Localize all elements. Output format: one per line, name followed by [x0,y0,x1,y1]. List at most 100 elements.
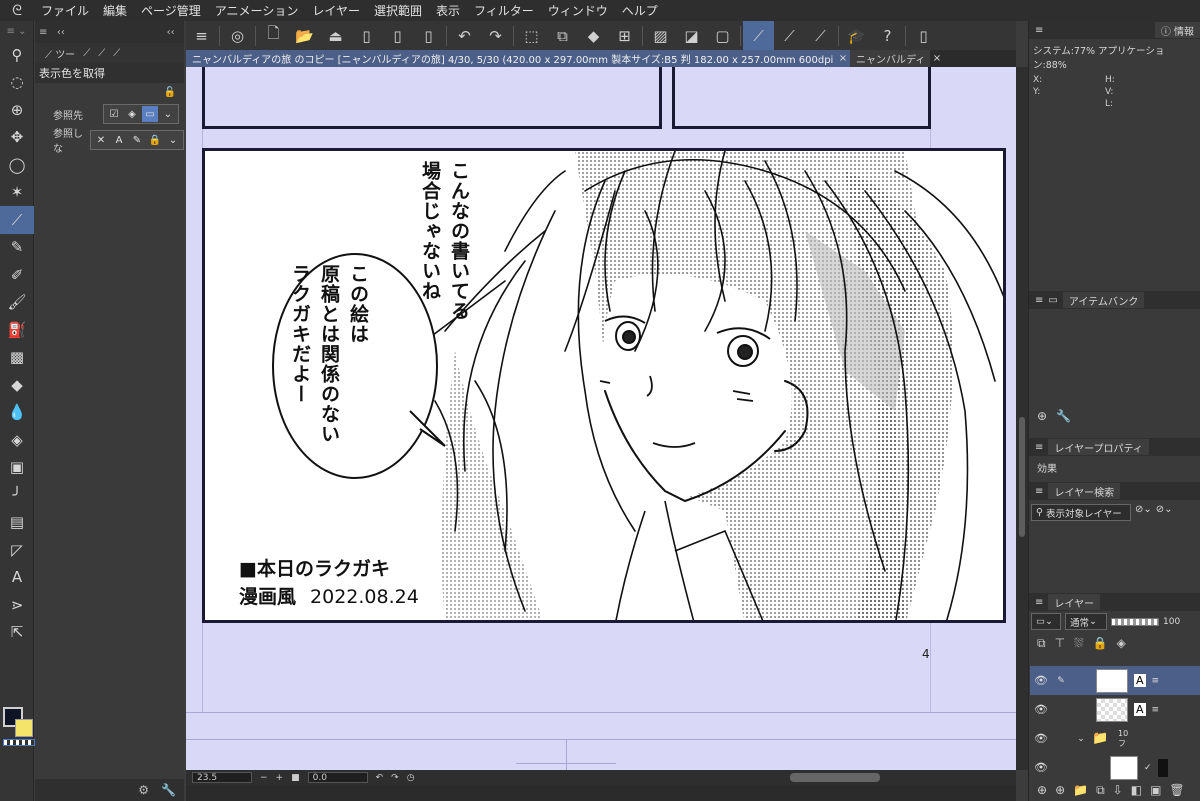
export-jpg-icon[interactable]: ▯ [351,21,382,50]
menu-icon[interactable]: ≡ [186,21,217,50]
correct-line-icon[interactable]: ⇱ [0,619,34,647]
operation-icon[interactable]: ◌ [0,69,34,97]
panel-menu-icon[interactable]: ≡ [1035,597,1043,608]
reference-mode-selector[interactable]: ✕ A ✎ 🔒 ⌄ [90,130,184,150]
exclude-edit-icon[interactable]: ✎ [129,132,145,148]
pen-icon[interactable]: ✎ [0,234,34,262]
expression-color-select[interactable]: ▭⌄ [1031,613,1061,630]
duplicate-layer-icon[interactable]: ⧉ [1096,783,1105,798]
color-swatches[interactable] [2,705,35,746]
fill-selection-icon[interactable]: ◆ [578,21,609,50]
layer-tab[interactable]: レイヤー [1048,594,1101,610]
close-icon[interactable]: × [836,50,850,67]
menu-selection[interactable]: 選択範囲 [367,2,429,19]
clip-icon[interactable]: ⧉ [1037,636,1046,651]
new-folder-icon[interactable]: 📁 [1073,783,1088,797]
settings-icon[interactable]: ⚙ [138,783,149,797]
eyedropper-icon[interactable]: ⟋ [0,206,34,234]
scroll-thumb[interactable] [1019,417,1025,537]
mask-create-icon[interactable]: ◧ [1131,783,1142,797]
clear-icon[interactable]: ⬚ [516,21,547,50]
menu-edit[interactable]: 編集 [96,2,134,19]
copy-icon[interactable]: ⧉ [547,21,578,50]
exclude-lock-icon[interactable]: 🔒 [147,132,163,148]
snap-perspective-icon[interactable]: ⟋ [805,21,836,50]
canvas-icon[interactable]: ▭ [142,106,158,122]
new-icon[interactable]: 🗋 [258,21,289,50]
layer-search-tab[interactable]: レイヤー検索 [1048,483,1121,499]
sub-color-swatch[interactable] [15,719,33,737]
item-bank-tab-icon[interactable]: ▭ [1048,295,1057,306]
add-item-icon[interactable]: ⊕ [1037,409,1047,423]
balloon-icon[interactable]: ⋗ [0,591,34,619]
reset-rotation-icon[interactable]: ◷ [407,773,415,783]
rotate-left-icon[interactable]: ↶ [376,773,384,783]
layers-icon[interactable]: ◈ [124,106,140,122]
undo-icon[interactable]: ↶ [449,21,480,50]
layer-menu-icon[interactable]: ≡ [1152,705,1160,715]
frame-icon[interactable]: ▤ [0,509,34,537]
zoom-out-icon[interactable]: − [260,773,268,783]
layer-menu-icon[interactable]: ≡ [1152,676,1160,686]
zoom-in-icon[interactable]: + [276,773,284,783]
move-icon[interactable]: ✥ [0,124,34,152]
canvas[interactable]: こんなの書いてる 場合じゃないね この絵は 原稿とは関係のない ラクガキだよー … [186,67,1016,770]
sub-tool-tab[interactable]: ⟋ ツー [45,46,75,61]
export-psd-icon[interactable]: ▯ [413,21,444,50]
layer-row-1[interactable]: 👁 ✎ A ≡ [1030,666,1200,695]
delete-layer-icon[interactable]: 🗑 [1169,783,1184,797]
panel-menu-icon[interactable]: ≡ [1035,486,1043,497]
menu-layer[interactable]: レイヤー [305,2,367,19]
lasso-icon[interactable]: ◯ [0,151,34,179]
blend-icon[interactable]: 💧 [0,399,34,427]
check-icon[interactable]: ✓ [1144,763,1152,773]
pencil-icon[interactable]: ✐ [0,261,34,289]
crop-icon[interactable]: ⊞ [609,21,640,50]
layer-search-select[interactable]: ⚲ 表示対象レイヤー [1031,504,1131,521]
help-icon[interactable]: ? [872,21,903,50]
figure-icon[interactable]: ╯ [0,481,34,509]
save-icon[interactable]: ⏏ [320,21,351,50]
transparent-color-swatch[interactable] [3,739,35,746]
invert-selection-icon[interactable]: ◪ [676,21,707,50]
vertical-scrollbar[interactable] [1016,67,1028,770]
rotation-field[interactable]: 0.0 [307,772,368,783]
reference-selector[interactable]: ☑ ◈ ▭ ⌄ [103,104,179,124]
reference-layer-icon[interactable]: ⊤ [1055,636,1065,650]
deselect-icon[interactable]: ▨ [645,21,676,50]
panel-menu-icon[interactable]: ≡ [1035,442,1043,453]
document-tab-active[interactable]: ニャンバルディアの旅 のコピー [ニャンバルディアの旅] 4/30, 5/30 … [186,50,836,67]
zoom-field[interactable]: 23.5 [192,772,252,783]
app-logo-icon[interactable]: ᘓ [0,3,34,19]
brush-icon[interactable]: 🖌 [0,289,34,317]
close-icon[interactable]: × [930,50,944,67]
export-png-icon[interactable]: ▯ [382,21,413,50]
open-icon[interactable]: 📂 [289,21,320,50]
menu-animation[interactable]: アニメーション [208,2,306,19]
chevron-down-icon[interactable]: ⌄ [160,106,176,122]
lock-icon[interactable]: 🔓 [164,87,176,98]
menu-view[interactable]: 表示 [429,2,467,19]
layer-row-2[interactable]: 👁 A ≡ [1030,695,1200,724]
tab-extra-icon[interactable]: ⟋ [113,48,120,59]
snap-grid-icon[interactable]: ⟋ [774,21,805,50]
menu-filter[interactable]: フィルター [467,2,541,19]
palette-grip-icon[interactable]: ≡ ⌄ [0,21,33,41]
eye-icon[interactable]: 👁 [1030,674,1052,687]
show-selection-icon[interactable]: ▢ [707,21,738,50]
eye-icon[interactable]: 👁 [1030,761,1052,774]
new-raster-layer-icon[interactable]: ⊕ [1037,783,1047,797]
item-bank-tab[interactable]: アイテムバンク [1062,292,1145,308]
menu-help[interactable]: ヘルプ [615,2,665,19]
menu-page[interactable]: ページ管理 [134,2,208,19]
eye-icon[interactable]: 👁 [1030,703,1052,716]
chevron-down-icon[interactable]: ⌄ [1070,734,1092,744]
redo-icon[interactable]: ↷ [480,21,511,50]
brush-size-tab-icon[interactable]: ⟋ [98,48,105,59]
wrench-icon[interactable]: 🔧 [1056,409,1071,423]
opacity-slider[interactable] [1111,617,1159,626]
tutorial-icon[interactable]: 🎓 [841,21,872,50]
document-tab-second[interactable]: ニャンバルディ [850,50,930,67]
magic-wand-icon[interactable]: ✶ [0,179,34,207]
layer-move-icon[interactable]: ⊕ [0,96,34,124]
